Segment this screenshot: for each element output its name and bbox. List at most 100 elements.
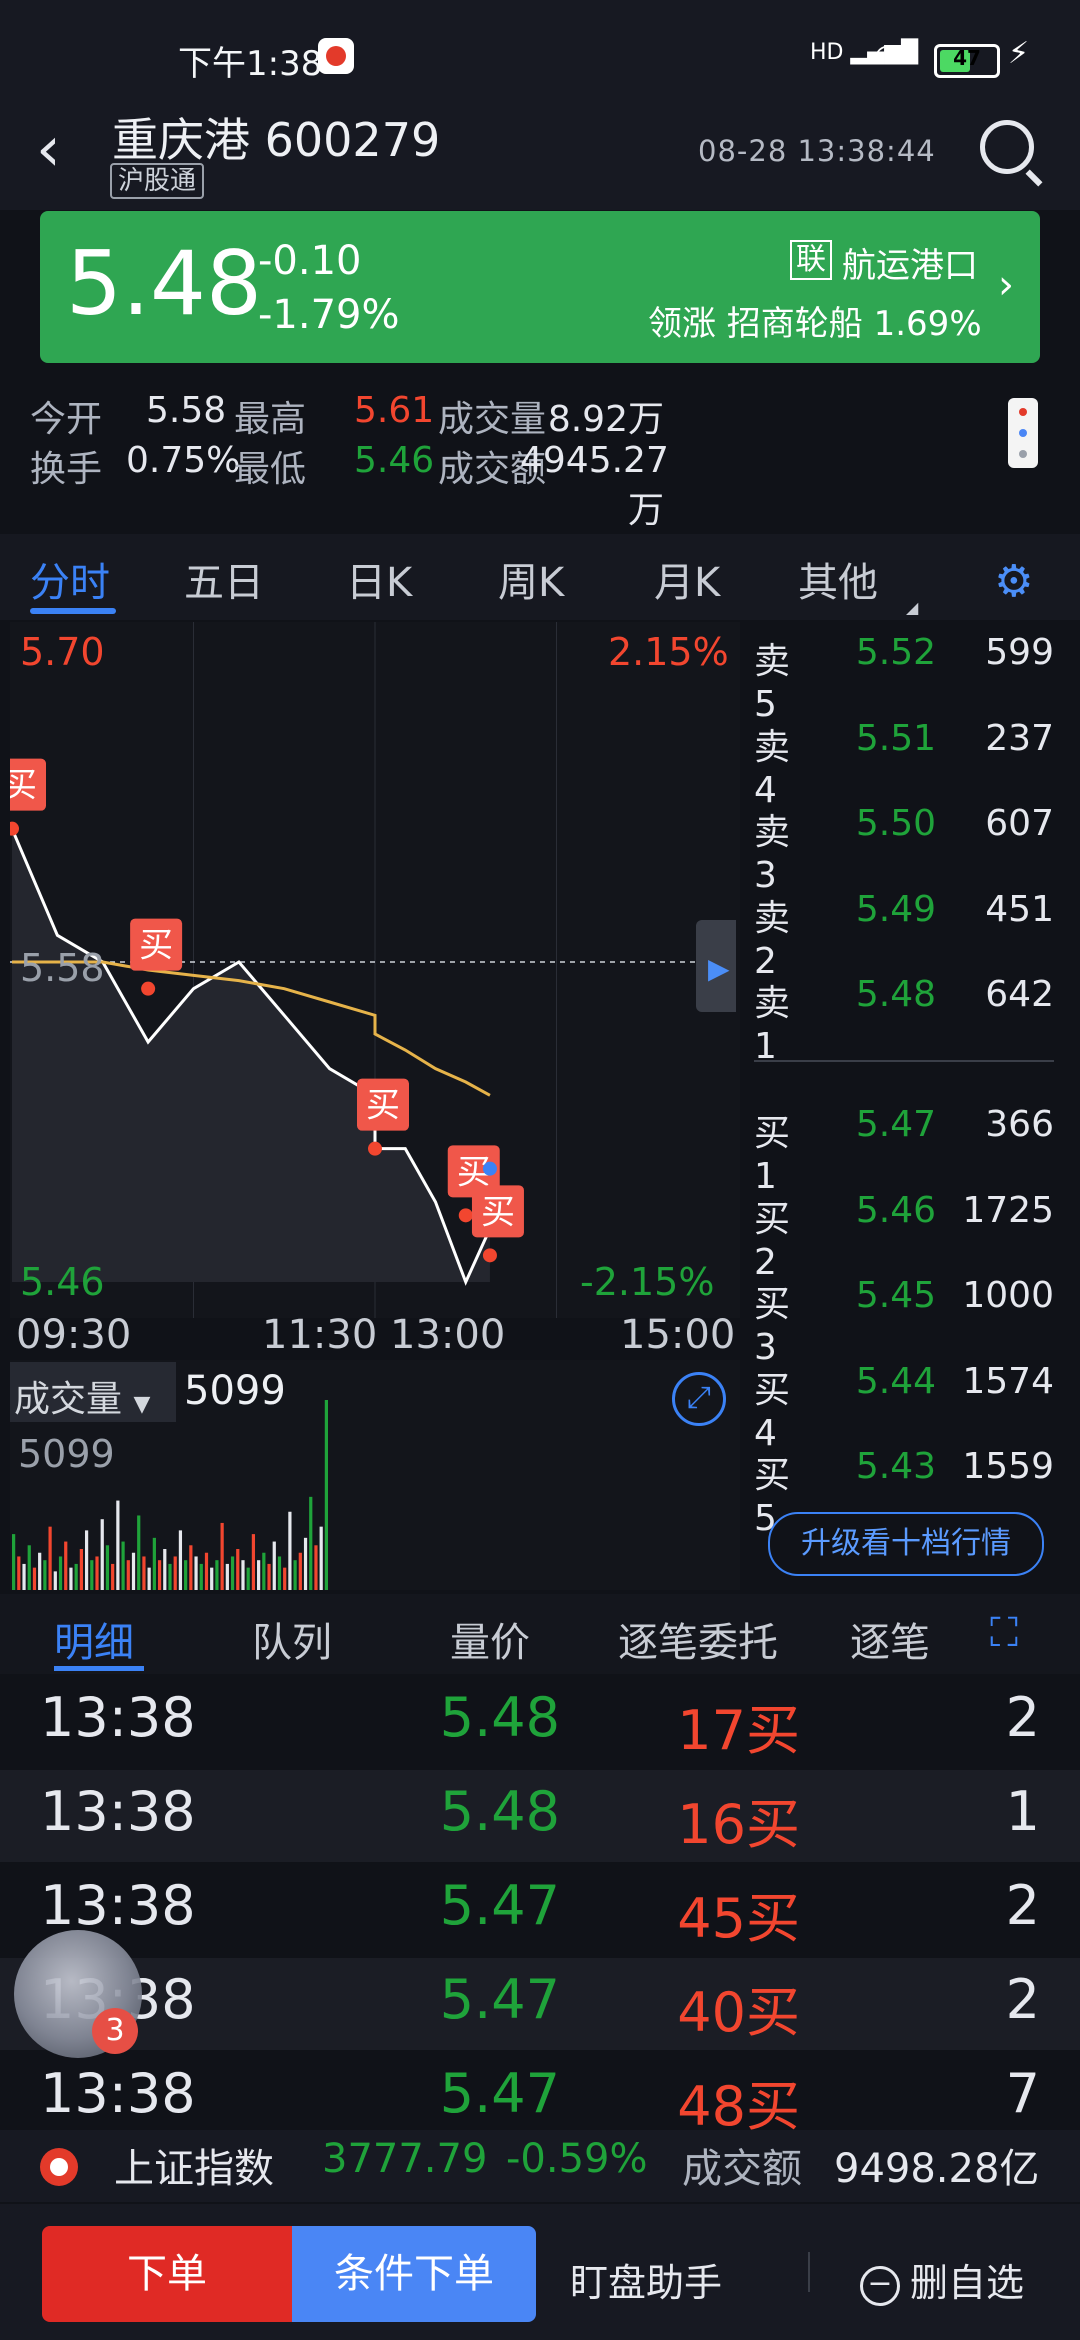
tab-five-day[interactable]: 五日 <box>184 550 264 608</box>
more-stats-icon[interactable] <box>1008 398 1038 468</box>
bid-label-3: 买3 <box>754 1284 791 1368</box>
bid-volume-2: 1725 <box>962 1189 1054 1231</box>
buy-tag-text-4: 买 <box>481 1192 515 1232</box>
volume-axis-max: 5099 <box>18 1432 115 1476</box>
buy-tag-1: 买 <box>130 918 183 971</box>
volume-bar-53 <box>288 1511 292 1590</box>
buy-marker-dot-1 <box>141 981 156 996</box>
remove-watchlist-label: 删自选 <box>910 2261 1025 2305</box>
volume-bar-27 <box>152 1537 156 1590</box>
y-mid-label: 5.58 <box>20 946 105 990</box>
tab-detail[interactable]: 明细 <box>54 1610 134 1668</box>
volume-bar-49 <box>267 1563 271 1590</box>
tab-queue[interactable]: 队列 <box>252 1610 332 1668</box>
tab-trade-by-trade[interactable]: 逐笔 <box>850 1610 954 1668</box>
watch-helper-button[interactable]: 盯盘助手 <box>570 2252 722 2307</box>
volume-bar-0 <box>12 1534 16 1590</box>
tab-daily-k[interactable]: 日K <box>346 550 412 608</box>
chevron-right-icon[interactable]: › <box>998 262 1014 308</box>
volume-bar-14 <box>84 1530 89 1590</box>
latest-marker-dot <box>482 1161 497 1176</box>
volume-bar-35 <box>194 1556 198 1590</box>
ask-label-5: 卖5 <box>754 641 791 725</box>
volume-bar-38 <box>210 1567 214 1590</box>
ask-volume-2: 451 <box>985 888 1054 930</box>
tab-intraday[interactable]: 分时 <box>30 550 110 608</box>
trade-price: 5.48 <box>439 1686 560 1749</box>
time-label-start: 09:30 <box>16 1312 132 1358</box>
volume-bar-30 <box>168 1563 172 1590</box>
volume-bar-7 <box>48 1526 52 1590</box>
tab-other[interactable]: 其他 <box>798 550 878 608</box>
order-book-toggle[interactable]: ▶ <box>696 920 736 1012</box>
gear-icon[interactable]: ⚙ <box>994 556 1033 607</box>
sector-name[interactable]: 航运港口 <box>842 238 978 287</box>
volume-bar-26 <box>147 1567 151 1590</box>
exchange-logo-icon <box>40 2148 78 2186</box>
volume-bar-57 <box>309 1496 313 1590</box>
trade-volume: 40买 <box>677 1981 800 2044</box>
index-amount-label: 成交额 <box>682 2146 802 2192</box>
tab-monthly-k[interactable]: 月K <box>654 550 720 608</box>
volume-value: 8.92万 <box>547 399 664 440</box>
battery-icon: 47 <box>934 44 1000 78</box>
trade-price: 5.47 <box>439 1874 560 1937</box>
bid-volume-3: 1000 <box>962 1275 1054 1316</box>
trade-count: 2 <box>1005 1874 1040 1937</box>
expand-icon[interactable]: ⤢ <box>672 1372 726 1426</box>
y-bottom-label: 5.46 <box>20 1260 105 1304</box>
volume-indicator-label[interactable]: 成交量 ▼ <box>14 1370 150 1422</box>
volume-bar-36 <box>199 1563 203 1590</box>
amount-value: 4945.27万 <box>520 440 669 531</box>
change-percent: -1.79% <box>258 292 400 338</box>
index-value: 3777.79 <box>322 2136 488 2182</box>
volume-bar-46 <box>251 1534 256 1590</box>
volume-bar-48 <box>262 1552 266 1590</box>
buy-tag-0: 买 <box>10 758 46 811</box>
intraday-chart[interactable]: 买买买买买 <box>10 622 740 1318</box>
volume-bar-51 <box>277 1556 282 1590</box>
volume-bar-39 <box>215 1560 219 1590</box>
remove-watchlist-button[interactable]: − 删自选 <box>860 2252 1024 2307</box>
volume-bar-41 <box>225 1563 229 1590</box>
upgrade-depth-button[interactable]: 升级看十档行情 <box>768 1512 1044 1576</box>
wifi-icon: ◠ <box>874 38 901 73</box>
trade-time: 13:38 <box>40 1686 196 1749</box>
volume-bar-45 <box>246 1567 250 1590</box>
volume-bar-9 <box>58 1556 63 1590</box>
ask-volume-5: 599 <box>985 632 1054 673</box>
volume-bar-59 <box>319 1526 323 1590</box>
trade-volume: 16买 <box>677 1793 800 1856</box>
volume-bar-47 <box>257 1560 261 1590</box>
trade-count: 7 <box>1005 2062 1040 2125</box>
volume-bar-40 <box>220 1522 224 1590</box>
volume-bar-37 <box>204 1552 209 1590</box>
volume-bar-31 <box>173 1556 177 1590</box>
tab-order-by-order[interactable]: 逐笔委托 <box>618 1610 778 1668</box>
fullscreen-icon[interactable]: ⛶ <box>990 1610 1018 1656</box>
order-book-divider <box>754 1060 1054 1062</box>
back-icon[interactable]: ‹ <box>36 118 61 180</box>
buy-tag-2: 买 <box>357 1078 409 1131</box>
hgt-badge: 沪股通 <box>110 163 205 199</box>
buy-tag-text-0: 买 <box>10 766 37 806</box>
conditional-order-button[interactable]: 条件下单 <box>292 2226 536 2322</box>
volume-bar-54 <box>293 1560 297 1590</box>
turnover-value: 0.75% <box>126 440 241 481</box>
minus-circle-icon: − <box>860 2265 900 2306</box>
volume-bar-1 <box>17 1556 21 1590</box>
ask-label-4: 卖4 <box>754 726 791 811</box>
place-order-button[interactable]: 下单 <box>42 2226 292 2322</box>
ask-volume-1: 642 <box>985 974 1054 1015</box>
bid-label-2: 买2 <box>754 1198 791 1283</box>
volume-bar-4 <box>32 1567 37 1590</box>
buy-marker-dot-3 <box>458 1208 473 1223</box>
detail-tab-indicator <box>54 1666 144 1671</box>
tab-weekly-k[interactable]: 周K <box>498 550 564 608</box>
trade-price: 5.47 <box>439 1968 560 2031</box>
trade-price: 5.48 <box>439 1780 560 1843</box>
dropdown-icon: ◢ <box>906 598 919 617</box>
tab-volume-price[interactable]: 量价 <box>450 1610 530 1668</box>
search-icon[interactable] <box>980 120 1034 174</box>
trade-time: 13:38 <box>40 1780 196 1843</box>
